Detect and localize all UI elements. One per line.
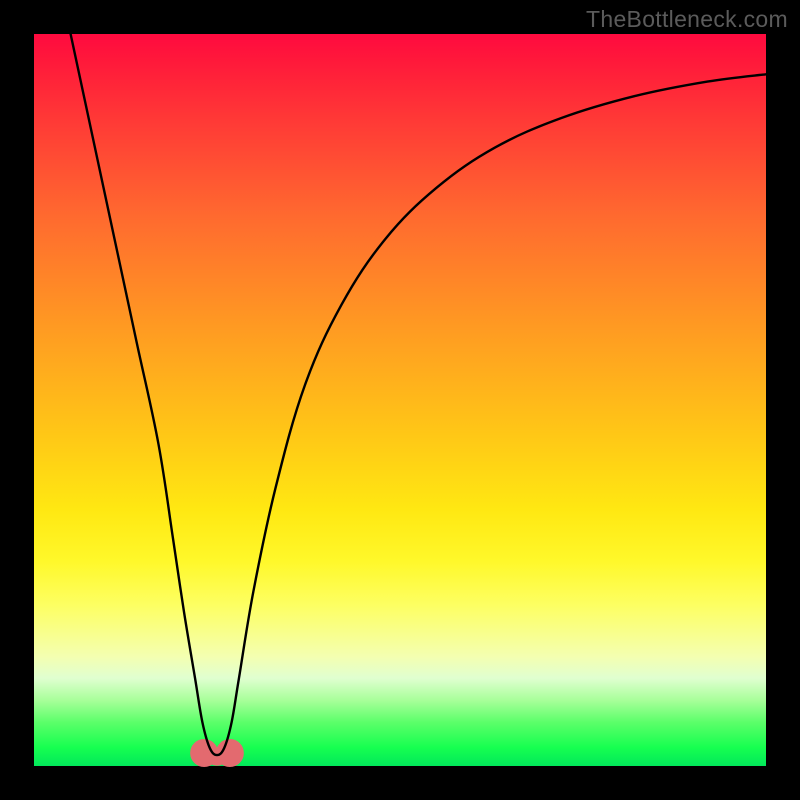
marker-blob — [191, 740, 243, 766]
bottleneck-curve — [71, 34, 766, 755]
watermark-text: TheBottleneck.com — [586, 6, 788, 33]
chart-frame: TheBottleneck.com — [0, 0, 800, 800]
plot-area — [34, 34, 766, 766]
curve-svg — [34, 34, 766, 766]
